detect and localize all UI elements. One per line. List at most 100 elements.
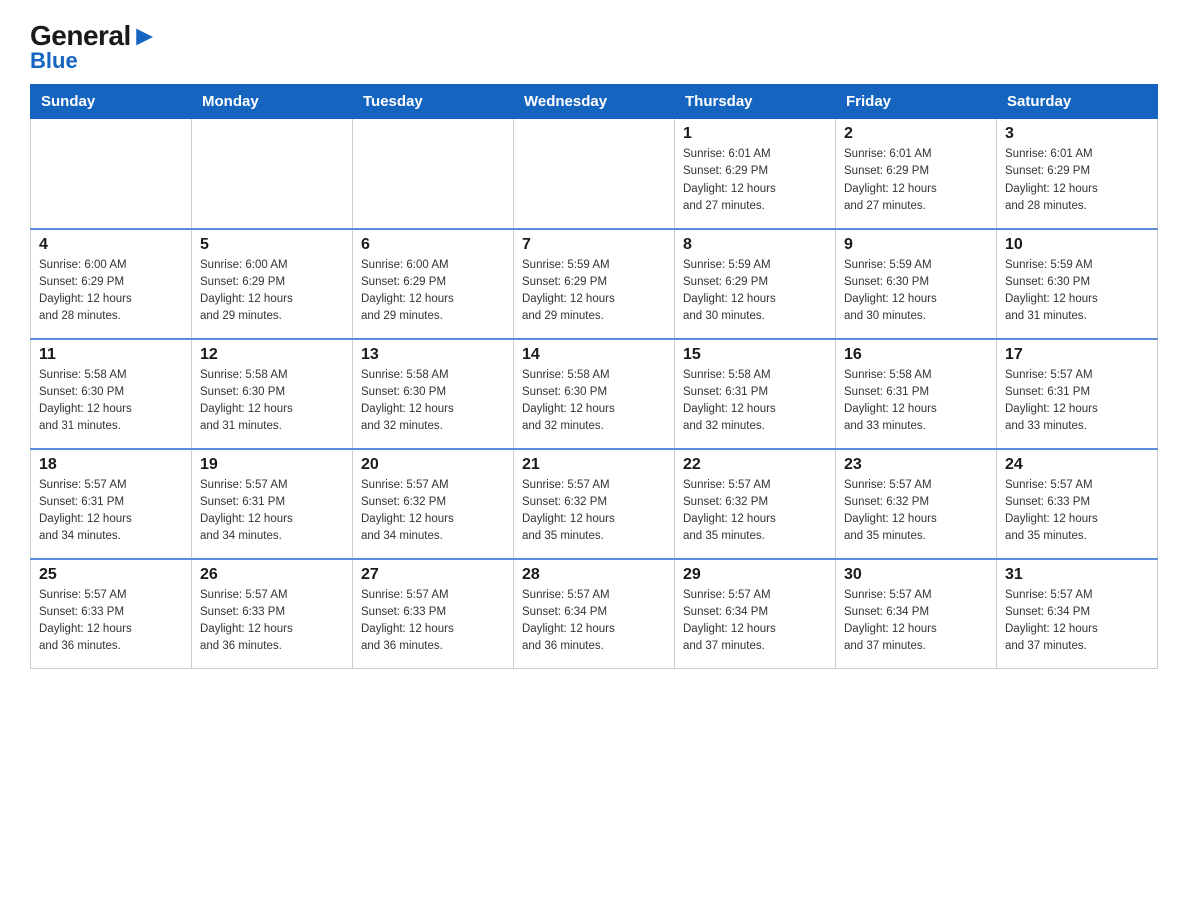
day-number: 3 [1005,125,1149,143]
day-number: 2 [844,125,988,143]
day-number: 8 [683,236,827,254]
col-header-friday: Friday [836,85,997,119]
calendar-cell: 30 Sunrise: 5:57 AMSunset: 6:34 PMDayligh… [836,559,997,669]
day-info: Sunrise: 5:58 AMSunset: 6:30 PMDaylight:… [522,367,666,436]
day-number: 30 [844,566,988,584]
calendar-cell: 14 Sunrise: 5:58 AMSunset: 6:30 PMDayligh… [514,339,675,449]
day-number: 1 [683,125,827,143]
calendar-week-row: 25 Sunrise: 5:57 AMSunset: 6:33 PMDayligh… [31,559,1158,669]
col-header-wednesday: Wednesday [514,85,675,119]
day-info: Sunrise: 5:58 AMSunset: 6:30 PMDaylight:… [361,367,505,436]
calendar-cell: 28Sunrise: 5:57 AMSunset: 6:34 PMDayligh… [514,559,675,669]
day-number: 15 [683,346,827,364]
day-info: Sunrise: 5:58 AMSunset: 6:30 PMDaylight:… [200,367,344,436]
calendar-cell: 12 Sunrise: 5:58 AMSunset: 6:30 PMDayligh… [192,339,353,449]
day-number: 14 [522,346,666,364]
day-info: Sunrise: 5:57 AMSunset: 6:33 PMDaylight:… [200,587,344,656]
calendar-cell: 20 Sunrise: 5:57 AMSunset: 6:32 PMDayligh… [353,449,514,559]
calendar-cell: 18Sunrise: 5:57 AMSunset: 6:31 PMDayligh… [31,449,192,559]
day-info: Sunrise: 6:01 AMSunset: 6:29 PMDaylight:… [844,146,988,215]
day-number: 20 [361,456,505,474]
day-number: 17 [1005,346,1149,364]
logo-blue: Blue [30,48,78,74]
day-info: Sunrise: 6:00 AMSunset: 6:29 PMDaylight:… [39,257,183,326]
day-number: 26 [200,566,344,584]
day-info: Sunrise: 5:57 AMSunset: 6:33 PMDaylight:… [1005,477,1149,546]
day-info: Sunrise: 5:57 AMSunset: 6:32 PMDaylight:… [683,477,827,546]
calendar-table: SundayMondayTuesdayWednesdayThursdayFrid… [30,84,1158,669]
day-number: 6 [361,236,505,254]
calendar-cell: 8 Sunrise: 5:59 AMSunset: 6:29 PMDaylight… [675,229,836,339]
day-number: 4 [39,236,183,254]
calendar-week-row: 4 Sunrise: 6:00 AMSunset: 6:29 PMDaylight… [31,229,1158,339]
col-header-saturday: Saturday [997,85,1158,119]
day-number: 18 [39,456,183,474]
day-number: 24 [1005,456,1149,474]
calendar-cell: 13 Sunrise: 5:58 AMSunset: 6:30 PMDayligh… [353,339,514,449]
day-info: Sunrise: 6:00 AMSunset: 6:29 PMDaylight:… [361,257,505,326]
day-info: Sunrise: 5:57 AMSunset: 6:32 PMDaylight:… [522,477,666,546]
calendar-cell: 23Sunrise: 5:57 AMSunset: 6:32 PMDayligh… [836,449,997,559]
calendar-cell [31,119,192,229]
day-info: Sunrise: 6:01 AMSunset: 6:29 PMDaylight:… [683,146,827,215]
day-number: 11 [39,346,183,364]
day-number: 29 [683,566,827,584]
day-info: Sunrise: 5:57 AMSunset: 6:31 PMDaylight:… [1005,367,1149,436]
day-info: Sunrise: 5:57 AMSunset: 6:32 PMDaylight:… [361,477,505,546]
calendar-cell: 10Sunrise: 5:59 AMSunset: 6:30 PMDayligh… [997,229,1158,339]
day-number: 9 [844,236,988,254]
day-info: Sunrise: 5:59 AMSunset: 6:29 PMDaylight:… [683,257,827,326]
calendar-week-row: 11 Sunrise: 5:58 AMSunset: 6:30 PMDayligh… [31,339,1158,449]
day-number: 25 [39,566,183,584]
day-number: 10 [1005,236,1149,254]
calendar-week-row: 18Sunrise: 5:57 AMSunset: 6:31 PMDayligh… [31,449,1158,559]
calendar-cell: 2 Sunrise: 6:01 AMSunset: 6:29 PMDaylight… [836,119,997,229]
calendar-header-row: SundayMondayTuesdayWednesdayThursdayFrid… [31,85,1158,119]
calendar-cell: 24 Sunrise: 5:57 AMSunset: 6:33 PMDayligh… [997,449,1158,559]
day-number: 5 [200,236,344,254]
calendar-week-row: 1 Sunrise: 6:01 AMSunset: 6:29 PMDaylight… [31,119,1158,229]
day-info: Sunrise: 6:00 AMSunset: 6:29 PMDaylight:… [200,257,344,326]
calendar-cell [514,119,675,229]
calendar-cell: 17 Sunrise: 5:57 AMSunset: 6:31 PMDayligh… [997,339,1158,449]
day-number: 27 [361,566,505,584]
day-info: Sunrise: 5:58 AMSunset: 6:31 PMDaylight:… [683,367,827,436]
day-info: Sunrise: 5:59 AMSunset: 6:30 PMDaylight:… [844,257,988,326]
calendar-cell: 16Sunrise: 5:58 AMSunset: 6:31 PMDayligh… [836,339,997,449]
day-number: 12 [200,346,344,364]
day-info: Sunrise: 5:57 AMSunset: 6:34 PMDaylight:… [844,587,988,656]
calendar-cell: 3 Sunrise: 6:01 AMSunset: 6:29 PMDaylight… [997,119,1158,229]
day-number: 31 [1005,566,1149,584]
day-info: Sunrise: 5:57 AMSunset: 6:34 PMDaylight:… [1005,587,1149,656]
calendar-cell: 25 Sunrise: 5:57 AMSunset: 6:33 PMDayligh… [31,559,192,669]
col-header-monday: Monday [192,85,353,119]
col-header-thursday: Thursday [675,85,836,119]
calendar-cell: 27Sunrise: 5:57 AMSunset: 6:33 PMDayligh… [353,559,514,669]
calendar-cell: 31 Sunrise: 5:57 AMSunset: 6:34 PMDayligh… [997,559,1158,669]
day-info: Sunrise: 5:57 AMSunset: 6:34 PMDaylight:… [522,587,666,656]
day-number: 13 [361,346,505,364]
logo: General► Blue [30,20,158,74]
calendar-cell: 21 Sunrise: 5:57 AMSunset: 6:32 PMDayligh… [514,449,675,559]
day-number: 21 [522,456,666,474]
day-info: Sunrise: 6:01 AMSunset: 6:29 PMDaylight:… [1005,146,1149,215]
day-info: Sunrise: 5:57 AMSunset: 6:33 PMDaylight:… [39,587,183,656]
calendar-cell: 6 Sunrise: 6:00 AMSunset: 6:29 PMDaylight… [353,229,514,339]
day-info: Sunrise: 5:59 AMSunset: 6:29 PMDaylight:… [522,257,666,326]
calendar-cell: 4 Sunrise: 6:00 AMSunset: 6:29 PMDaylight… [31,229,192,339]
day-number: 19 [200,456,344,474]
col-header-sunday: Sunday [31,85,192,119]
page-header: General► Blue [30,20,1158,74]
calendar-cell: 29Sunrise: 5:57 AMSunset: 6:34 PMDayligh… [675,559,836,669]
calendar-cell: 11Sunrise: 5:58 AMSunset: 6:30 PMDayligh… [31,339,192,449]
calendar-cell: 19Sunrise: 5:57 AMSunset: 6:31 PMDayligh… [192,449,353,559]
day-number: 22 [683,456,827,474]
day-info: Sunrise: 5:57 AMSunset: 6:32 PMDaylight:… [844,477,988,546]
logo-arrow: ► [131,20,158,51]
calendar-cell [353,119,514,229]
calendar-cell: 1 Sunrise: 6:01 AMSunset: 6:29 PMDaylight… [675,119,836,229]
calendar-cell: 26 Sunrise: 5:57 AMSunset: 6:33 PMDayligh… [192,559,353,669]
day-info: Sunrise: 5:58 AMSunset: 6:31 PMDaylight:… [844,367,988,436]
day-number: 7 [522,236,666,254]
calendar-cell: 9 Sunrise: 5:59 AMSunset: 6:30 PMDaylight… [836,229,997,339]
